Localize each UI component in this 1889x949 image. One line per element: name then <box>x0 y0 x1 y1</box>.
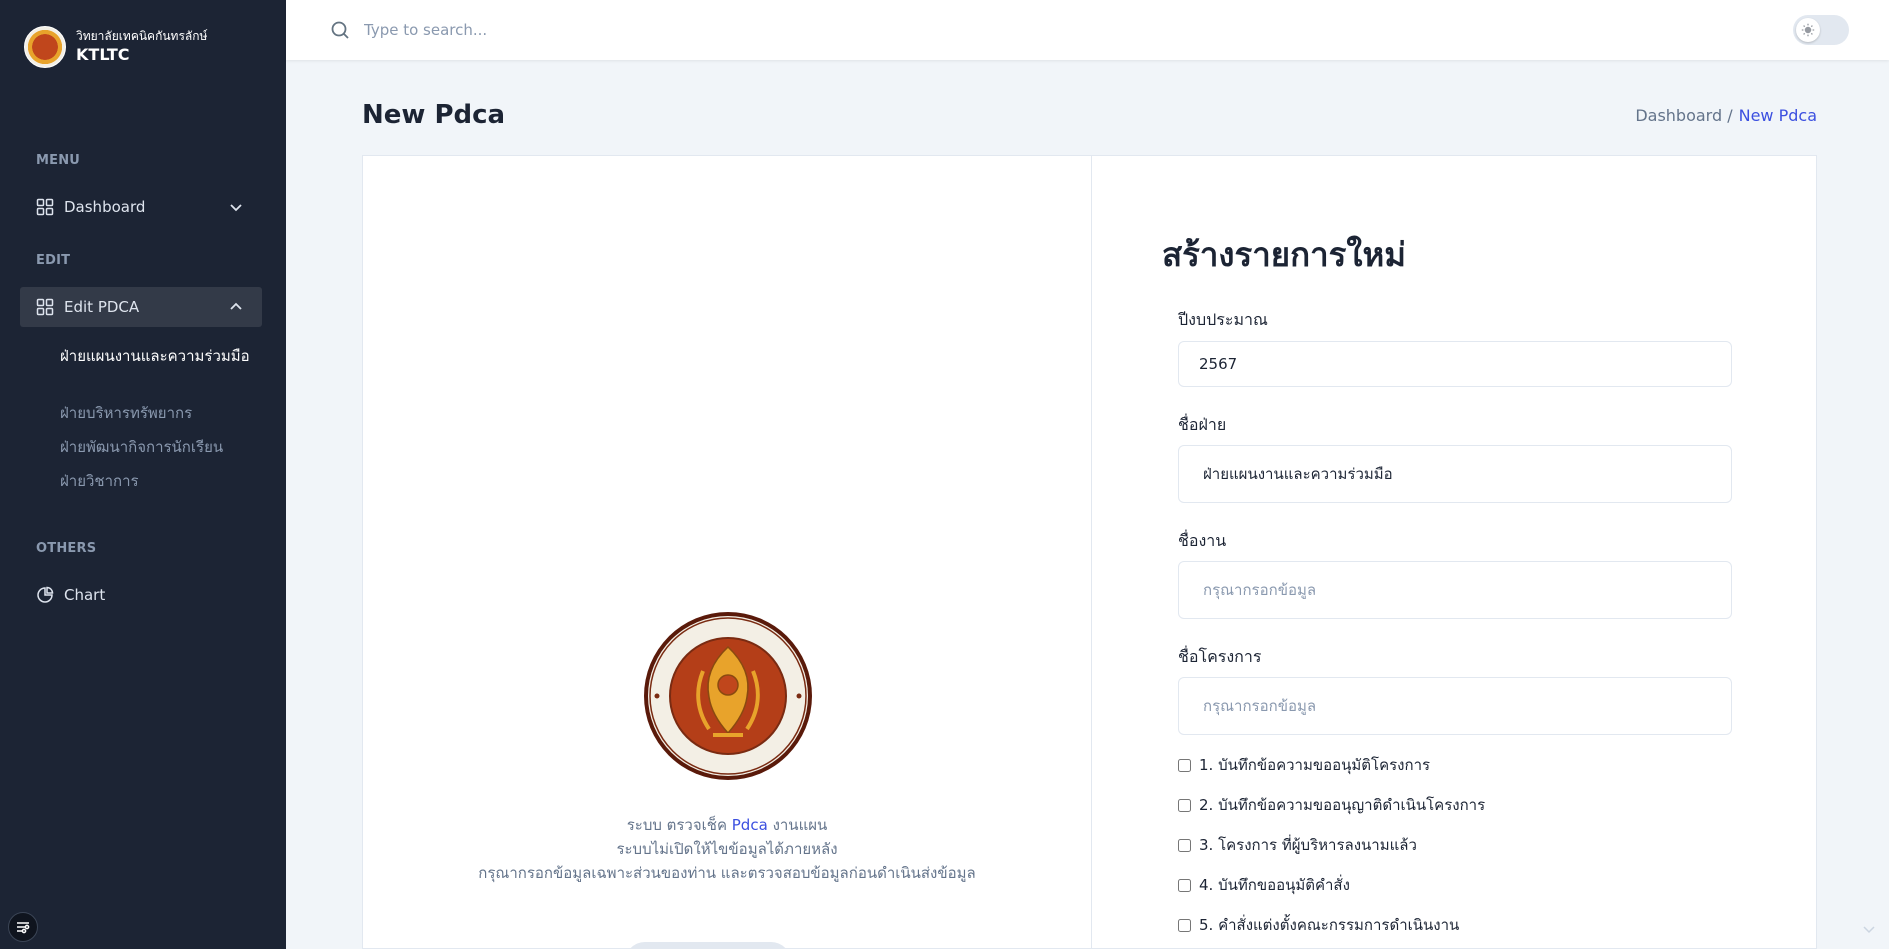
info-line-3: กรุณากรอกข้อมูลเฉพาะส่วนของท่าน และตรวจส… <box>478 864 976 882</box>
checklist-label-3: 3. โครงการ ที่ผู้บริหารลงนามแล้ว <box>1199 836 1417 854</box>
sidebar: วิทยาลัยเทคนิคกันทรลักษ์ KTLTC MENU Dash… <box>0 0 286 949</box>
edit-group-label: EDIT <box>36 253 71 268</box>
sidebar-subitem-planning[interactable]: ฝ่ายแผนงานและความร่วมมือ <box>60 344 256 368</box>
chevron-down-icon[interactable] <box>1861 921 1877 937</box>
search-icon[interactable] <box>330 20 350 40</box>
chevron-down-icon <box>230 204 242 212</box>
breadcrumb-current: New Pdca <box>1738 106 1817 125</box>
action-button[interactable] <box>625 942 791 949</box>
search-input[interactable] <box>364 15 764 45</box>
department-label: ชื่อฝ่าย <box>1178 415 1227 434</box>
checklist-item[interactable]: 4. บันทึกขออนุมัติคำสั่ง <box>1178 873 1350 897</box>
sun-icon <box>1801 23 1815 37</box>
pie-chart-icon <box>37 586 54 603</box>
sidebar-item-label: Chart <box>64 586 106 604</box>
brand-name-en: KTLTC <box>76 45 130 64</box>
sidebar-subitem-resources[interactable]: ฝ่ายบริหารทรัพยากร <box>60 401 256 425</box>
system-info-text: ระบบ ตรวจเช็ค Pdca งานแผน ระบบไม่เปิดให้… <box>363 813 1091 885</box>
sidebar-subitem-academic[interactable]: ฝ่ายวิชาการ <box>60 469 256 493</box>
pdca-card: ระบบ ตรวจเช็ค Pdca งานแผน ระบบไม่เปิดให้… <box>362 155 1817 949</box>
checklist-item[interactable]: 5. คำสั่งแต่งตั้งคณะกรรมการดำเนินงาน <box>1178 913 1459 937</box>
task-name-field[interactable] <box>1178 561 1732 619</box>
sliders-icon <box>17 922 30 934</box>
info-line-1-highlight: Pdca <box>731 816 768 834</box>
task-name-label: ชื่องาน <box>1178 531 1227 550</box>
others-group-label: OTHERS <box>36 541 97 556</box>
checklist-label-4: 4. บันทึกขออนุมัติคำสั่ง <box>1199 876 1350 894</box>
sidebar-item-dashboard[interactable]: Dashboard <box>20 187 262 227</box>
info-line-2: ระบบไม่เปิดให้ไขข้อมูลได้ภายหลัง <box>616 840 838 858</box>
department-field[interactable] <box>1178 445 1732 503</box>
checklist-label-1: 1. บันทึกข้อความขออนุมัติโครงการ <box>1199 756 1431 774</box>
top-header <box>286 0 1889 60</box>
toggle-knob <box>1796 18 1820 42</box>
info-line-1: ระบบ ตรวจเช็ค Pdca งานแผน <box>363 813 1091 837</box>
brand[interactable]: วิทยาลัยเทคนิคกันทรลักษ์ KTLTC <box>24 26 207 68</box>
grid-icon <box>36 198 54 216</box>
checklist-item[interactable]: 2. บันทึกข้อความขออนุญาติดำเนินโครงการ <box>1178 793 1485 817</box>
breadcrumb-dashboard-link[interactable]: Dashboard / <box>1635 106 1732 125</box>
checklist-checkbox-5[interactable] <box>1178 918 1191 932</box>
sidebar-item-label: Dashboard <box>64 198 146 216</box>
checklist-label-5: 5. คำสั่งแต่งตั้งคณะกรรมการดำเนินงาน <box>1199 916 1460 934</box>
chevron-up-icon <box>230 302 242 310</box>
budget-year-label: ปีงบประมาณ <box>1178 310 1268 329</box>
sidebar-item-edit-pdca[interactable]: Edit PDCA <box>20 287 262 327</box>
project-name-label: ชื่อโครงการ <box>1178 647 1262 666</box>
checklist-checkbox-2[interactable] <box>1178 798 1191 812</box>
checklist-label-2: 2. บันทึกข้อความขออนุญาติดำเนินโครงการ <box>1199 796 1486 814</box>
sidebar-subitem-student-affairs[interactable]: ฝ่ายพัฒนากิจการนักเรียน <box>60 435 256 459</box>
form-pane: สร้างรายการใหม่ ปีงบประมาณ ชื่อฝ่าย ชื่อ… <box>1092 156 1818 949</box>
checklist-checkbox-4[interactable] <box>1178 878 1191 892</box>
budget-year-field[interactable] <box>1178 341 1732 387</box>
project-name-field[interactable] <box>1178 677 1732 735</box>
college-seal-logo <box>644 612 812 780</box>
info-line-1-suffix: งานแผน <box>772 816 828 834</box>
page-title: New Pdca <box>362 100 506 130</box>
dark-mode-toggle[interactable] <box>1793 15 1849 45</box>
checklist-item[interactable]: 1. บันทึกข้อความขออนุมัติโครงการ <box>1178 753 1430 777</box>
menu-group-label: MENU <box>36 153 81 168</box>
sidebar-item-label: Edit PDCA <box>64 298 140 316</box>
checklist-item[interactable]: 3. โครงการ ที่ผู้บริหารลงนามแล้ว <box>1178 833 1417 857</box>
checklist-checkbox-3[interactable] <box>1178 838 1191 852</box>
grid-icon <box>36 298 54 316</box>
college-logo-icon <box>24 26 66 68</box>
checklist-checkbox-1[interactable] <box>1178 758 1191 772</box>
settings-toggle-button[interactable] <box>8 912 38 942</box>
brand-name-th: วิทยาลัยเทคนิคกันทรลักษ์ <box>76 29 208 43</box>
info-line-1-prefix: ระบบ ตรวจเช็ค <box>626 816 727 834</box>
info-pane: ระบบ ตรวจเช็ค Pdca งานแผน ระบบไม่เปิดให้… <box>363 156 1091 949</box>
form-title: สร้างรายการใหม่ <box>1162 235 1406 274</box>
sidebar-item-chart[interactable]: Chart <box>20 575 262 615</box>
breadcrumb: Dashboard / New Pdca <box>1635 106 1817 125</box>
